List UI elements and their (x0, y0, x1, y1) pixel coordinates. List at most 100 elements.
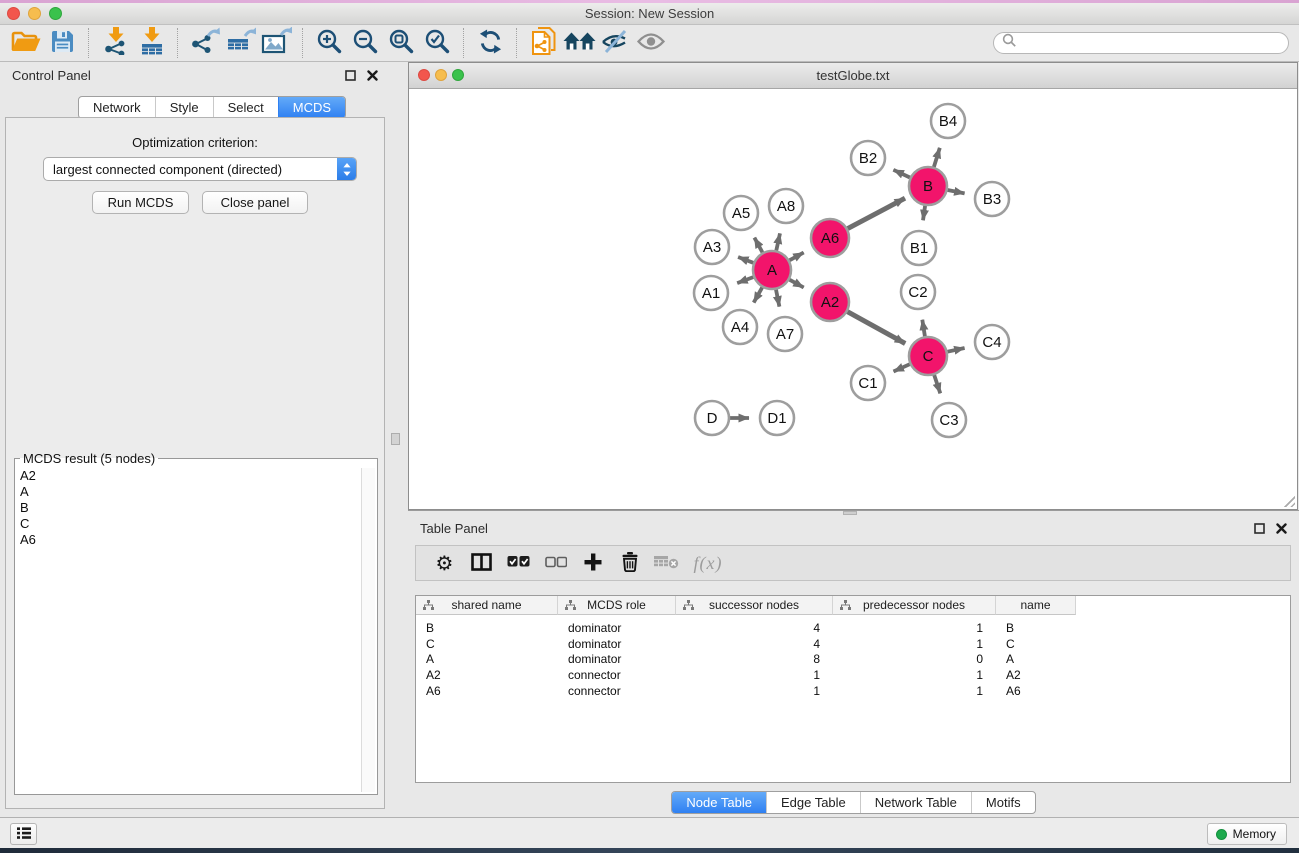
save-session-button[interactable] (44, 27, 80, 59)
split-panel-button[interactable] (463, 548, 500, 578)
graph-node-B[interactable]: B (909, 167, 947, 205)
refresh-layout-button[interactable] (472, 27, 508, 59)
graph-node-A2[interactable]: A2 (811, 283, 849, 321)
first-neighbors-button[interactable] (561, 27, 597, 59)
column-header-name[interactable]: name (996, 596, 1076, 615)
tab-network-table[interactable]: Network Table (860, 792, 971, 813)
tab-style[interactable]: Style (155, 97, 213, 118)
graph-node-A5[interactable]: A5 (724, 196, 758, 230)
tab-select[interactable]: Select (213, 97, 278, 118)
apply-function-button[interactable]: f(x) (685, 548, 731, 578)
graph-edge-B-B2[interactable] (893, 170, 910, 178)
export-image-button[interactable] (258, 27, 294, 59)
graph-node-C1[interactable]: C1 (851, 366, 885, 400)
mcds-result-item[interactable]: C (17, 516, 361, 532)
column-header-MCDS-role[interactable]: MCDS role (558, 596, 676, 615)
mcds-result-item[interactable]: A2 (17, 468, 361, 484)
graph-edge-B-B1[interactable] (923, 206, 925, 221)
graph-node-B2[interactable]: B2 (851, 141, 885, 175)
select-all-button[interactable] (500, 548, 537, 578)
open-session-button[interactable] (8, 27, 44, 59)
table-row[interactable]: Cdominator41C (416, 636, 1290, 652)
optimization-criterion-select[interactable]: largest connected component (directed) (43, 157, 357, 181)
column-header-shared-name[interactable]: shared name (416, 596, 558, 615)
tab-mcds[interactable]: MCDS (278, 97, 345, 118)
graph-edge-C-C4[interactable] (948, 348, 965, 352)
delete-table-button[interactable] (648, 548, 685, 578)
graph-node-B4[interactable]: B4 (931, 104, 965, 138)
graph-node-A3[interactable]: A3 (695, 230, 729, 264)
float-panel-icon[interactable] (1254, 523, 1265, 534)
add-column-button[interactable] (574, 548, 611, 578)
network-zoom-button[interactable] (452, 69, 464, 81)
mcds-result-item[interactable]: A6 (17, 532, 361, 548)
graph-node-A6[interactable]: A6 (811, 219, 849, 257)
network-canvas[interactable]: B4B2BB3A8A5A6A3B1AA1C2A2A4A7C4CC1C3DD1 (409, 89, 1297, 509)
graph-edge-C-C2[interactable] (922, 320, 925, 337)
new-network-from-selection-button[interactable] (525, 27, 561, 59)
close-panel-icon[interactable] (1276, 523, 1287, 534)
graph-node-C4[interactable]: C4 (975, 325, 1009, 359)
graph-edge-A-A3[interactable] (738, 257, 753, 263)
table-row[interactable]: A6connector11A6 (416, 683, 1290, 699)
tab-network[interactable]: Network (79, 97, 155, 118)
float-panel-icon[interactable] (345, 70, 356, 81)
table-row[interactable]: Bdominator41B (416, 620, 1290, 636)
table-row[interactable]: A2connector11A2 (416, 667, 1290, 683)
zoom-out-button[interactable] (347, 27, 383, 59)
graph-node-A8[interactable]: A8 (769, 189, 803, 223)
graph-edge-A-A1[interactable] (737, 277, 753, 283)
export-network-button[interactable] (186, 27, 222, 59)
close-panel-icon[interactable] (367, 70, 378, 81)
network-graph[interactable]: B4B2BB3A8A5A6A3B1AA1C2A2A4A7C4CC1C3DD1 (409, 89, 1297, 510)
network-minimize-button[interactable] (435, 69, 447, 81)
graph-node-B1[interactable]: B1 (902, 231, 936, 265)
graph-node-C2[interactable]: C2 (901, 275, 935, 309)
graph-edge-C-C3[interactable] (934, 375, 940, 393)
table-settings-button[interactable]: ⚙ (426, 548, 463, 578)
close-window-button[interactable] (7, 7, 20, 20)
graph-edge-B-B4[interactable] (934, 148, 940, 167)
minimize-window-button[interactable] (28, 7, 41, 20)
graph-node-A4[interactable]: A4 (723, 310, 757, 344)
search-box[interactable] (993, 32, 1289, 54)
graph-edge-B-B3[interactable] (948, 190, 965, 193)
column-header-predecessor-nodes[interactable]: predecessor nodes (833, 596, 996, 615)
task-history-button[interactable] (10, 823, 37, 845)
graph-node-D1[interactable]: D1 (760, 401, 794, 435)
graph-edge-A-A6[interactable] (790, 253, 804, 261)
run-mcds-button[interactable]: Run MCDS (92, 191, 189, 214)
graph-edge-A-A8[interactable] (776, 233, 780, 250)
graph-edge-A-A4[interactable] (754, 287, 763, 302)
graph-edge-A2-C[interactable] (848, 312, 906, 344)
zoom-selected-button[interactable] (419, 27, 455, 59)
graph-edge-A-A2[interactable] (790, 280, 804, 288)
graph-node-A7[interactable]: A7 (768, 317, 802, 351)
graph-edge-A6-B[interactable] (848, 198, 905, 228)
graph-node-B3[interactable]: B3 (975, 182, 1009, 216)
hide-graphics-details-button[interactable] (597, 27, 633, 59)
mcds-result-item[interactable]: B (17, 500, 361, 516)
table-row[interactable]: Adominator80A (416, 651, 1290, 667)
tab-node-table[interactable]: Node Table (672, 792, 766, 813)
zoom-window-button[interactable] (49, 7, 62, 20)
close-panel-button[interactable]: Close panel (202, 191, 308, 214)
vertical-splitter[interactable] (390, 62, 408, 814)
search-input[interactable] (1017, 34, 1285, 51)
splitter-knob[interactable] (391, 433, 400, 445)
import-table-button[interactable] (133, 27, 169, 59)
graph-node-D[interactable]: D (695, 401, 729, 435)
graph-node-A1[interactable]: A1 (694, 276, 728, 310)
tab-edge-table[interactable]: Edge Table (766, 792, 860, 813)
memory-button[interactable]: Memory (1207, 823, 1287, 845)
result-list-scrollbar[interactable] (361, 468, 375, 792)
deselect-all-button[interactable] (537, 548, 574, 578)
graph-node-C[interactable]: C (909, 337, 947, 375)
mcds-result-item[interactable]: A (17, 484, 361, 500)
network-close-button[interactable] (418, 69, 430, 81)
tab-motifs[interactable]: Motifs (971, 792, 1035, 813)
zoom-in-button[interactable] (311, 27, 347, 59)
column-header-successor-nodes[interactable]: successor nodes (676, 596, 833, 615)
graph-edge-A-A5[interactable] (754, 238, 762, 253)
graph-node-A[interactable]: A (753, 251, 791, 289)
